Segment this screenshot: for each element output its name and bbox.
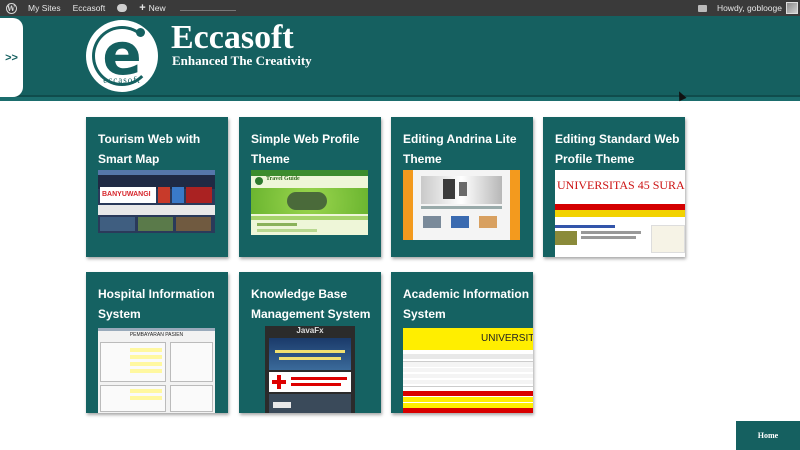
new-label: New	[148, 3, 166, 13]
home-button[interactable]: Home	[736, 421, 800, 450]
card-title: Editing Standard Web Profile Theme	[555, 132, 680, 166]
avatar[interactable]	[786, 2, 798, 14]
card-thumbnail	[403, 170, 520, 240]
comment-bubble-icon	[117, 4, 128, 12]
card-thumbnail: JavaFx	[265, 326, 355, 413]
home-label: Home	[757, 431, 779, 440]
card-title: Academic Information System	[403, 287, 530, 321]
my-sites-label: My Sites	[28, 3, 61, 13]
portfolio-card[interactable]: Tourism Web with Smart Map BANYUWANGI	[86, 117, 228, 257]
site-name-menu[interactable]: Eccasoft	[67, 0, 112, 16]
wordpress-icon: W	[5, 2, 17, 14]
portfolio-card[interactable]: Editing Andrina Lite Theme	[391, 117, 533, 257]
toggle-arrows: >>	[5, 51, 18, 64]
card-title: Hospital Information System	[98, 287, 215, 321]
site-title[interactable]: Eccasoft	[171, 18, 294, 58]
thumb-caption: Travel Guide	[266, 176, 300, 182]
card-title: Simple Web Profile Theme	[251, 132, 360, 166]
card-thumbnail: UNIVERSITAS	[403, 328, 533, 413]
sidebar-toggle-button[interactable]: >>	[0, 18, 23, 97]
my-sites-menu[interactable]: My Sites	[22, 0, 67, 16]
adminbar-divider	[179, 10, 236, 11]
site-logo[interactable]: e eccasoft	[86, 20, 158, 92]
site-tagline: Enhanced The Creativity	[172, 53, 312, 68]
portfolio-card[interactable]: Hospital Information System PEMBAYARAN P…	[86, 272, 228, 413]
comments-menu[interactable]	[111, 0, 133, 16]
thumb-caption: JavaFx	[296, 326, 324, 335]
card-thumbnail: UNIVERSITAS 45 SURABAYA	[555, 170, 685, 257]
portfolio-card[interactable]: Editing Standard Web Profile Theme UNIVE…	[543, 117, 685, 257]
logo-text: eccasoft	[103, 75, 141, 85]
card-title: Tourism Web with Smart Map	[98, 132, 201, 166]
wordpress-menu[interactable]: W	[0, 0, 22, 16]
card-thumbnail: BANYUWANGI	[98, 170, 215, 233]
card-thumbnail: Travel Guide	[251, 170, 368, 235]
howdy-user[interactable]: Howdy, goblooge	[717, 3, 782, 13]
thumb-caption: PEMBAYARAN PASIEN	[129, 332, 184, 338]
logo-dot	[136, 28, 145, 37]
card-title: Editing Andrina Lite Theme	[403, 132, 517, 166]
admin-bar: W My Sites Eccasoft + New Howdy, gobloog…	[0, 0, 800, 16]
site-name-label: Eccasoft	[72, 3, 106, 13]
portfolio-card[interactable]: Academic Information System UNIVERSITAS	[391, 272, 533, 413]
card-thumbnail: PEMBAYARAN PASIEN	[98, 328, 215, 413]
thumb-caption: BANYUWANGI	[102, 191, 151, 198]
thumb-caption: UNIVERSITAS 45 SURABAYA	[557, 178, 685, 192]
portfolio-card[interactable]: Simple Web Profile Theme Travel Guide	[239, 117, 381, 257]
thumb-caption: UNIVERSITAS	[481, 333, 533, 344]
screen-options-icon[interactable]	[697, 4, 707, 12]
card-title: Knowledge Base Management System	[251, 287, 371, 321]
new-content-menu[interactable]: + New	[133, 0, 171, 16]
portfolio-card[interactable]: Knowledge Base Management System JavaFx	[239, 272, 381, 413]
plus-icon: +	[139, 2, 146, 14]
